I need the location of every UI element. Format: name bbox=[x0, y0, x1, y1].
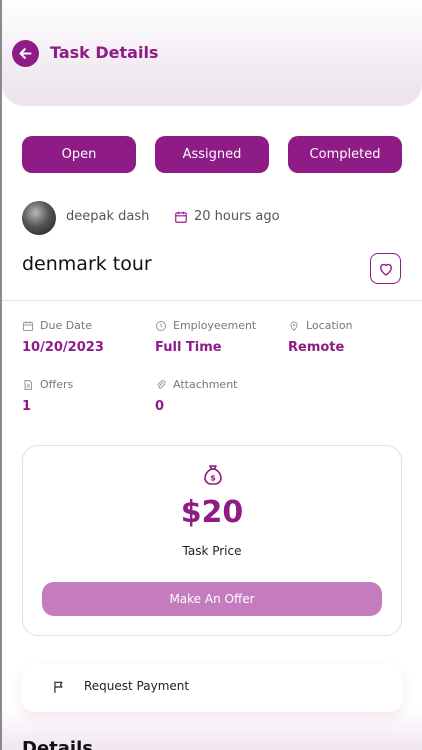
back-arrow-icon bbox=[19, 48, 32, 59]
header: Task Details bbox=[2, 0, 422, 106]
status-tabs: Open Assigned Completed bbox=[22, 136, 404, 174]
request-payment-button[interactable]: Request Payment bbox=[22, 664, 402, 712]
posted-time: 20 hours ago bbox=[194, 209, 280, 224]
location-pin-icon bbox=[290, 321, 298, 331]
avatar[interactable] bbox=[22, 201, 56, 235]
page-title: Task Details bbox=[50, 43, 159, 62]
details-heading: Details bbox=[22, 738, 93, 750]
status-completed-button[interactable]: Completed bbox=[288, 136, 402, 173]
flag-icon bbox=[54, 681, 63, 693]
document-icon bbox=[24, 379, 32, 390]
due-date-value: 10/20/2023 bbox=[22, 340, 104, 355]
price-card: $ $20 Task Price Make An Offer bbox=[22, 445, 402, 636]
left-edge-rule bbox=[0, 0, 2, 750]
status-open-button[interactable]: Open bbox=[22, 136, 136, 173]
favorite-button[interactable] bbox=[370, 253, 401, 284]
request-payment-label: Request Payment bbox=[84, 679, 190, 693]
task-title: denmark tour bbox=[22, 253, 152, 275]
location-value: Remote bbox=[288, 340, 345, 355]
attachment-value[interactable]: 0 bbox=[155, 399, 164, 414]
due-date-label: Due Date bbox=[40, 319, 92, 332]
divider bbox=[2, 300, 422, 301]
offers-label: Offers bbox=[40, 378, 74, 391]
task-price-label: Task Price bbox=[182, 544, 242, 558]
author-row: deepak dash 20 hours ago bbox=[22, 201, 402, 235]
paperclip-icon bbox=[157, 379, 166, 389]
heart-icon bbox=[379, 263, 392, 276]
svg-text:$: $ bbox=[210, 474, 216, 483]
location-label: Location bbox=[306, 319, 353, 332]
clock-icon bbox=[156, 320, 166, 331]
money-bag-icon: $ bbox=[204, 465, 222, 485]
author-name: deepak dash bbox=[66, 209, 150, 224]
employment-label: Employeement bbox=[173, 319, 257, 332]
back-button[interactable] bbox=[12, 40, 39, 67]
make-offer-button[interactable]: Make An Offer bbox=[42, 582, 382, 616]
offers-value: 1 bbox=[22, 399, 32, 414]
calendar-icon bbox=[175, 211, 187, 223]
status-assigned-button[interactable]: Assigned bbox=[155, 136, 269, 173]
employment-value: Full Time bbox=[155, 340, 222, 355]
calendar-icon bbox=[23, 321, 33, 331]
attachment-label: Attachment bbox=[173, 378, 238, 391]
task-price-amount: $20 bbox=[180, 495, 244, 530]
